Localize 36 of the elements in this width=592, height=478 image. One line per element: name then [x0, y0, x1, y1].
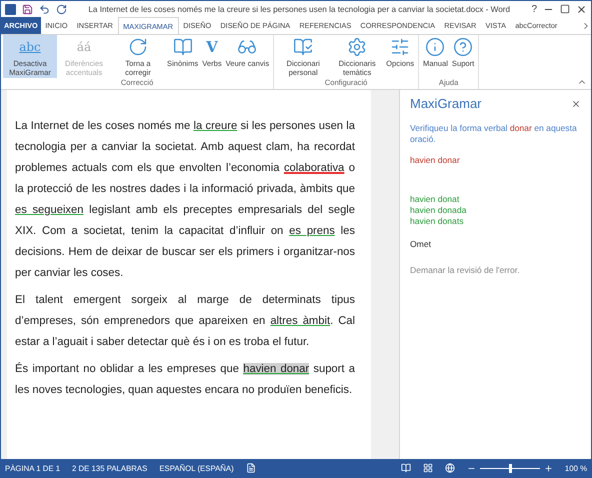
web-layout-icon[interactable]	[444, 463, 455, 473]
window-title: La Internet de les coses només me la creure si les persones usen la tecnologia per a canviar la societat.docx - Word	[87, 4, 512, 14]
error-text: havien donar	[410, 155, 461, 166]
letter-icon: V	[206, 36, 218, 58]
pane-message: Verifiqueu la forma verbal donar en aquesta oració.	[410, 123, 578, 145]
suggestion-item[interactable]: havien donats	[410, 216, 581, 227]
abc-icon: abc	[19, 36, 41, 58]
paragraph: La Internet de les coses només me la creure si les persones usen la tecnologia per a canviar la societat. Amb aquest clam, ha recordat problemes actuals com els que envolten l’economia colaborativa o la protecció de les nostres dades i la informació privada, àmbits que es segueixen legislant amb els preceptes empresarials del segle XIX. Com a societat, tenim la capacitat d’influir on es prens les decisions. Hem de deixar de buscar ser els primers i organitzar-nos per canviar les coses.	[15, 119, 355, 281]
word-logo-icon	[5, 4, 16, 14]
maximize-icon[interactable]	[560, 4, 570, 14]
read-mode-icon[interactable]	[400, 463, 411, 473]
zoom-thumb[interactable]	[508, 464, 512, 472]
document-icon[interactable]	[246, 463, 256, 473]
refresh-icon	[128, 36, 148, 58]
pane-title: MaxiGramar	[410, 96, 482, 111]
info-icon	[425, 36, 446, 58]
help-button[interactable]: ?	[531, 4, 537, 14]
suggestion-item[interactable]: havien donat	[410, 194, 581, 205]
paragraph: És important no oblidar a les empreses que havien donar suport a les noves tecnologies, quan aquestes encara no produïen beneficis.	[15, 361, 355, 398]
save-icon[interactable]	[22, 4, 33, 14]
help-icon	[453, 36, 474, 58]
accent-icon: áá	[76, 36, 92, 58]
gear-icon	[347, 36, 368, 58]
report-link[interactable]: Demanar la revisió de l'error.	[410, 265, 581, 276]
undo-icon[interactable]	[39, 4, 50, 14]
zoom-in-icon[interactable]	[544, 464, 553, 472]
close-icon[interactable]	[571, 98, 581, 108]
sliders-icon	[390, 36, 410, 58]
paragraph: El talent emergent sorgeix al marge de determinats tipus d’empreses, són emprenedors que apareixen en altres àmbit. Cal estar a l’aguait i saber detectar què és i on es troba el futur.	[15, 293, 355, 350]
redo-icon[interactable]	[56, 4, 67, 14]
print-layout-icon[interactable]	[422, 463, 433, 473]
close-icon[interactable]	[576, 4, 587, 14]
book-icon	[172, 36, 193, 58]
book-icon	[293, 36, 314, 58]
ignore-link[interactable]: Omet	[410, 239, 581, 250]
suggestion-item[interactable]: havien donada	[410, 205, 581, 216]
